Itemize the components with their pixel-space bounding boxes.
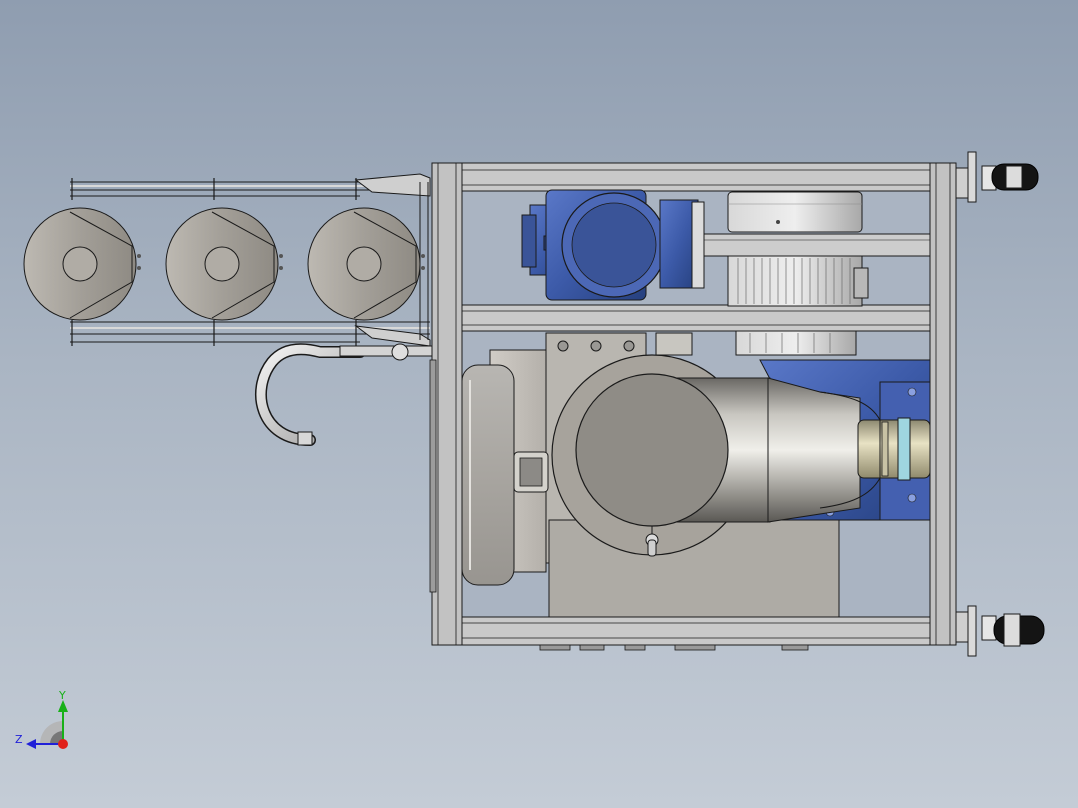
x-axis-dot [58,739,68,749]
canister-2 [165,207,283,321]
canister-1 [23,207,141,321]
finned-motor [727,191,869,356]
cad-viewport[interactable]: Y Z [0,0,1078,808]
axis-triad: Y Z [15,689,68,749]
hook-pipe [254,343,433,446]
caster-bottom [955,605,1045,657]
caster-top [955,151,1039,203]
z-axis-arrow [26,739,36,749]
y-axis-label: Y [58,689,66,702]
z-axis-label: Z [15,733,23,746]
canister-3 [307,207,425,321]
